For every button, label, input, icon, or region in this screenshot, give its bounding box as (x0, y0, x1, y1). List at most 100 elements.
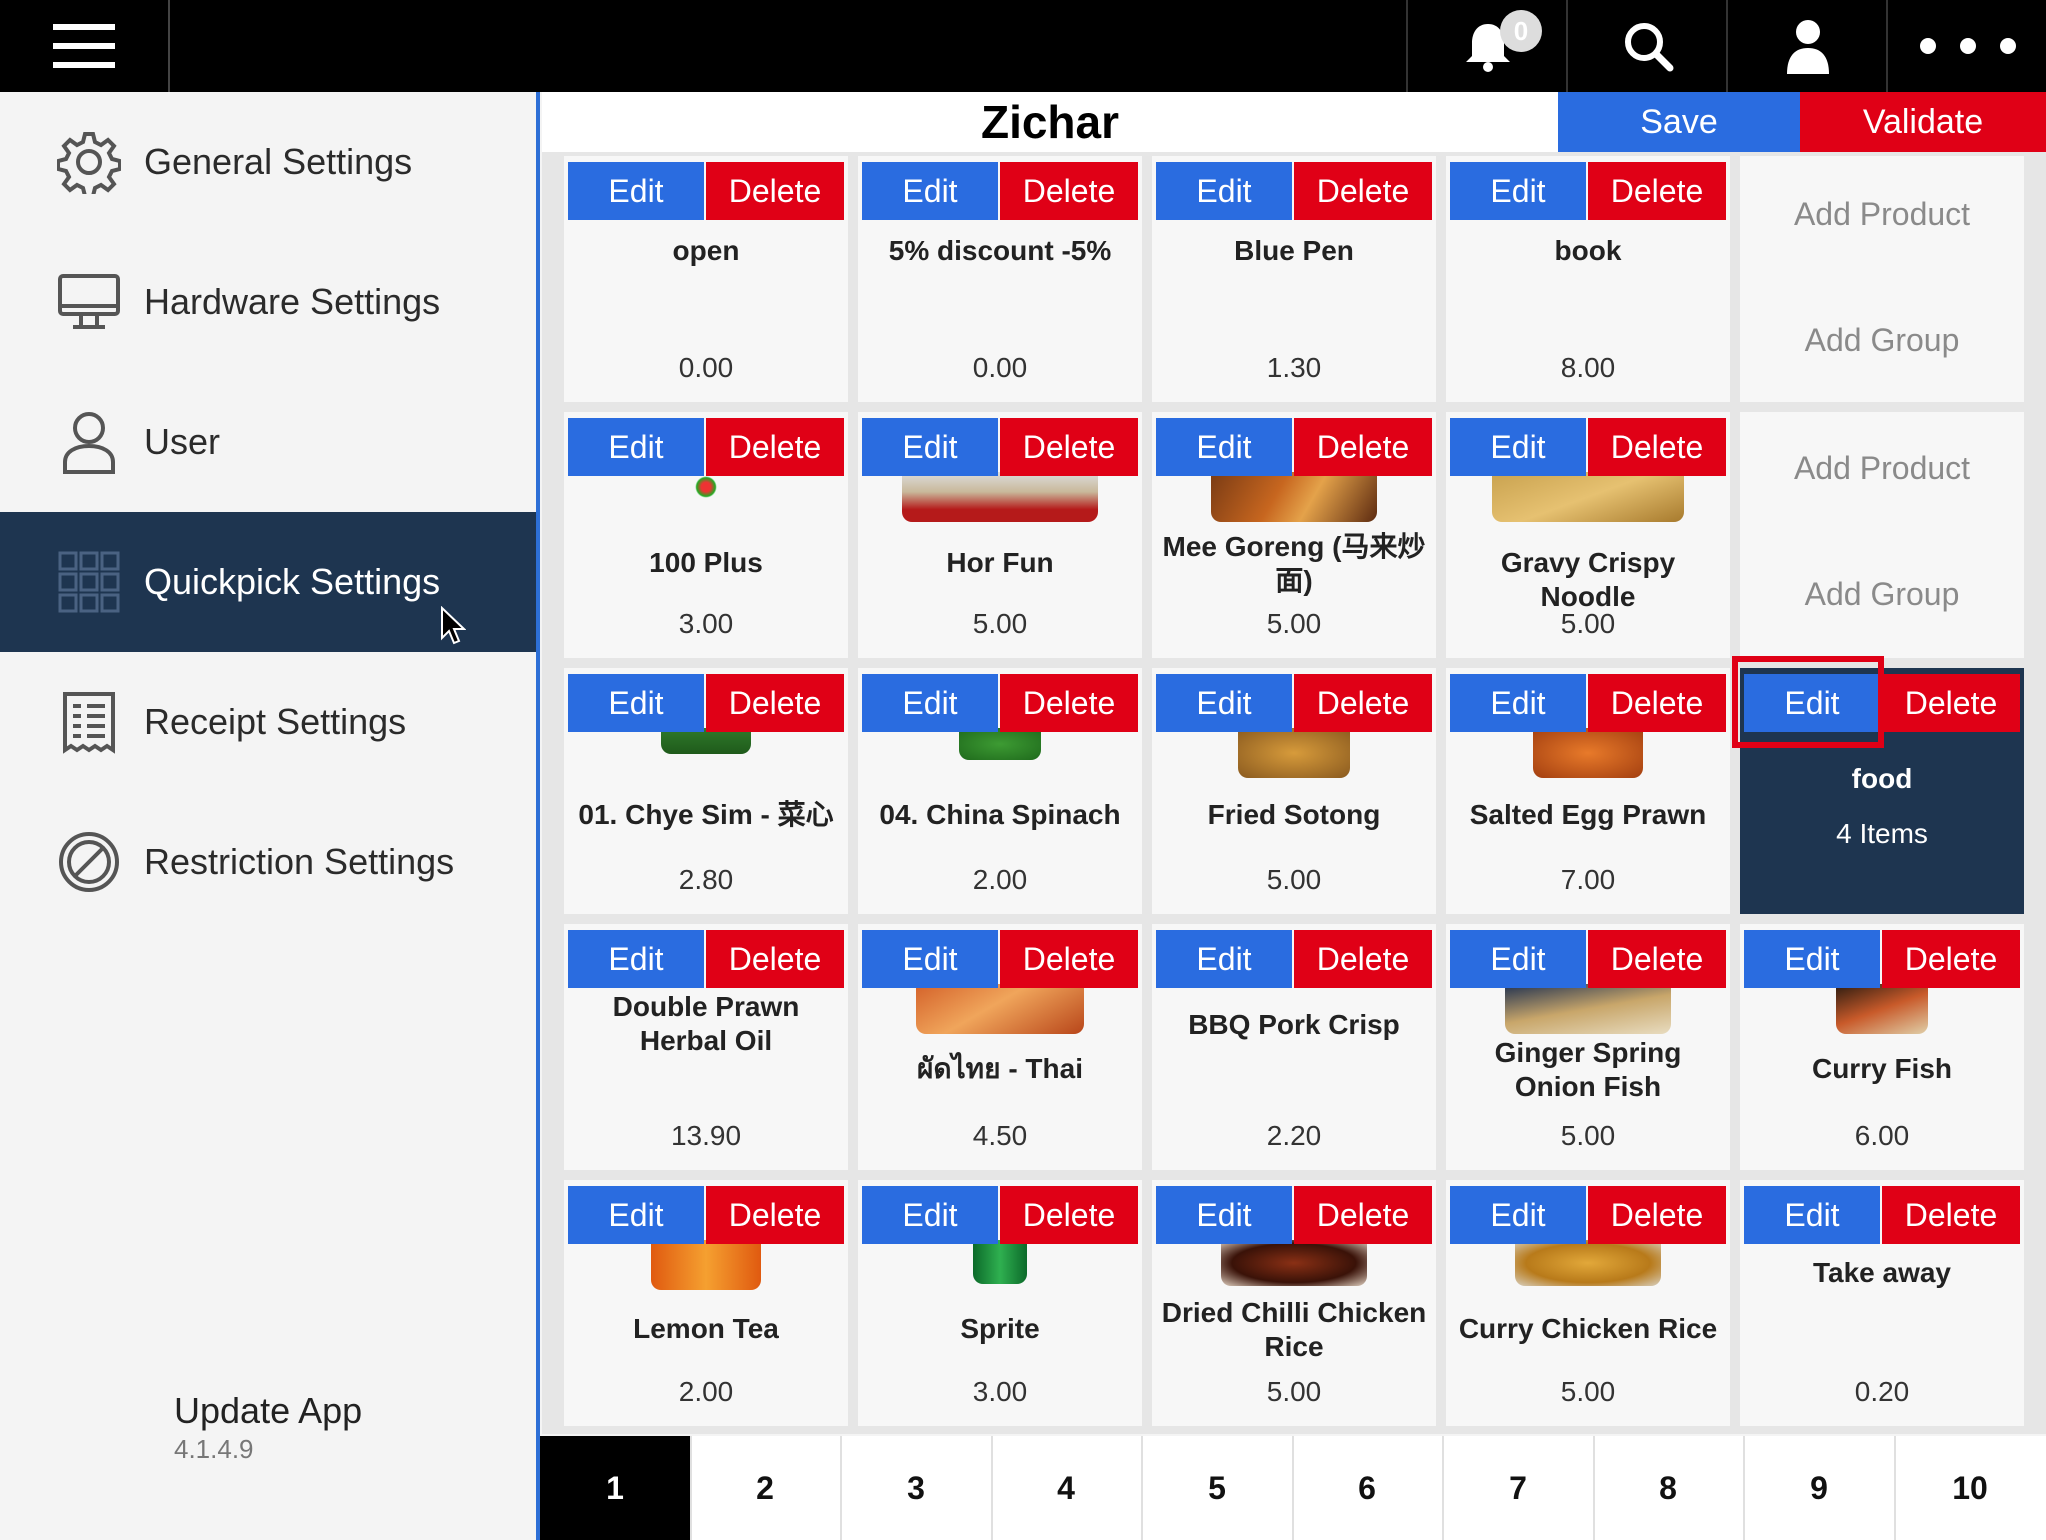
page-button-4[interactable]: 4 (991, 1436, 1143, 1540)
product-tile[interactable]: Edit Delete open 0.00 (564, 156, 848, 402)
add-group-button[interactable]: Add Group (1740, 576, 2024, 613)
page-button-10[interactable]: 10 (1894, 1436, 2046, 1540)
more-button[interactable] (1886, 0, 2046, 92)
delete-button[interactable]: Delete (1000, 674, 1138, 732)
edit-button[interactable]: Edit (1450, 1186, 1586, 1244)
delete-button[interactable]: Delete (706, 674, 844, 732)
delete-button[interactable]: Delete (1294, 674, 1432, 732)
sidebar-item-user[interactable]: User (0, 372, 536, 512)
edit-button[interactable]: Edit (862, 1186, 998, 1244)
edit-button[interactable]: Edit (1450, 930, 1586, 988)
product-tile[interactable]: Edit Delete Dried Chilli Chicken Rice 5.… (1152, 1180, 1436, 1426)
update-app-button[interactable]: Update App 4.1.4.9 (174, 1390, 362, 1465)
page-button-2[interactable]: 2 (690, 1436, 842, 1540)
product-tile[interactable]: Edit Delete ผัดไทย - Thai 4.50 (858, 924, 1142, 1170)
product-tile[interactable]: Edit Delete Curry Chicken Rice 5.00 (1446, 1180, 1730, 1426)
product-tile[interactable]: Edit Delete Take away 0.20 (1740, 1180, 2024, 1426)
delete-button[interactable]: Delete (1000, 418, 1138, 476)
product-tile[interactable]: Edit Delete Curry Fish 6.00 (1740, 924, 2024, 1170)
delete-button[interactable]: Delete (706, 418, 844, 476)
delete-button[interactable]: Delete (1294, 930, 1432, 988)
edit-button[interactable]: Edit (568, 1186, 704, 1244)
product-tile[interactable]: Edit Delete Ginger Spring Onion Fish 5.0… (1446, 924, 1730, 1170)
delete-button[interactable]: Delete (1882, 674, 2020, 732)
notifications-button[interactable]: 0 (1406, 0, 1568, 92)
edit-button[interactable]: Edit (1450, 162, 1586, 220)
product-tile[interactable]: Edit Delete Fried Sotong 5.00 (1152, 668, 1436, 914)
account-button[interactable] (1726, 0, 1888, 92)
edit-button[interactable]: Edit (862, 930, 998, 988)
edit-button[interactable]: Edit (568, 162, 704, 220)
delete-button[interactable]: Delete (706, 1186, 844, 1244)
delete-button[interactable]: Delete (1294, 418, 1432, 476)
delete-button[interactable]: Delete (1588, 674, 1726, 732)
page-button-8[interactable]: 8 (1593, 1436, 1745, 1540)
delete-button[interactable]: Delete (706, 930, 844, 988)
add-group-button[interactable]: Add Group (1740, 322, 2024, 359)
page-button-6[interactable]: 6 (1292, 1436, 1444, 1540)
sidebar-item-general-settings[interactable]: General Settings (0, 92, 536, 232)
product-tile[interactable]: Edit Delete Mee Goreng (马来炒面) 5.00 (1152, 412, 1436, 658)
edit-button[interactable]: Edit (1156, 930, 1292, 988)
edit-button[interactable]: Edit (1156, 1186, 1292, 1244)
product-tile[interactable]: Edit Delete 04. China Spinach 2.00 (858, 668, 1142, 914)
product-tile[interactable]: Edit Delete Blue Pen 1.30 (1152, 156, 1436, 402)
page-button-9[interactable]: 9 (1744, 1436, 1896, 1540)
search-button[interactable] (1566, 0, 1728, 92)
edit-button[interactable]: Edit (568, 418, 704, 476)
validate-button[interactable]: Validate (1800, 92, 2046, 152)
add-product-button[interactable]: Add Product (1740, 196, 2024, 233)
page-button-5[interactable]: 5 (1142, 1436, 1294, 1540)
delete-button[interactable]: Delete (1000, 1186, 1138, 1244)
sidebar-item-restriction-settings[interactable]: Restriction Settings (0, 792, 536, 932)
delete-button[interactable]: Delete (1588, 162, 1726, 220)
delete-button[interactable]: Delete (1294, 1186, 1432, 1244)
edit-button[interactable]: Edit (862, 418, 998, 476)
delete-button[interactable]: Delete (1000, 930, 1138, 988)
product-image (973, 1240, 1027, 1284)
edit-button[interactable]: Edit (1156, 674, 1292, 732)
menu-button[interactable] (0, 0, 170, 92)
product-tile[interactable]: Edit Delete Double Prawn Herbal Oil 13.9… (564, 924, 848, 1170)
delete-button[interactable]: Delete (1882, 930, 2020, 988)
edit-button[interactable]: Edit (568, 674, 704, 732)
user-icon (1787, 20, 1829, 74)
product-tile[interactable]: Edit Delete BBQ Pork Crisp 2.20 (1152, 924, 1436, 1170)
delete-button[interactable]: Delete (1882, 1186, 2020, 1244)
edit-button[interactable]: Edit (1744, 930, 1880, 988)
product-tile[interactable]: Edit Delete Sprite 3.00 (858, 1180, 1142, 1426)
page-button-3[interactable]: 3 (841, 1436, 993, 1540)
product-tile[interactable]: Edit Delete 01. Chye Sim - 菜心 2.80 (564, 668, 848, 914)
save-button[interactable]: Save (1558, 92, 1800, 152)
edit-button[interactable]: Edit (1450, 418, 1586, 476)
edit-button[interactable]: Edit (1744, 1186, 1880, 1244)
product-name: 04. China Spinach (879, 799, 1121, 830)
product-tile[interactable]: Edit Delete Gravy Crispy Noodle 5.00 (1446, 412, 1730, 658)
delete-button[interactable]: Delete (1588, 930, 1726, 988)
edit-button[interactable]: Edit (862, 162, 998, 220)
product-tile[interactable]: Edit Delete 100 Plus 3.00 (564, 412, 848, 658)
monitor-icon (56, 269, 122, 335)
product-tile[interactable]: Edit Delete Salted Egg Prawn 7.00 (1446, 668, 1730, 914)
edit-button[interactable]: Edit (1156, 162, 1292, 220)
sidebar-item-hardware-settings[interactable]: Hardware Settings (0, 232, 536, 372)
page-button-1[interactable]: 1 (540, 1436, 692, 1540)
edit-button[interactable]: Edit (568, 930, 704, 988)
prohibited-icon (56, 829, 122, 895)
delete-button[interactable]: Delete (1000, 162, 1138, 220)
edit-button[interactable]: Edit (862, 674, 998, 732)
product-name: Gravy Crispy Noodle (1500, 547, 1676, 612)
delete-button[interactable]: Delete (706, 162, 844, 220)
product-tile[interactable]: Edit Delete Lemon Tea 2.00 (564, 1180, 848, 1426)
page-button-7[interactable]: 7 (1443, 1436, 1595, 1540)
product-tile[interactable]: Edit Delete Hor Fun 5.00 (858, 412, 1142, 658)
delete-button[interactable]: Delete (1294, 162, 1432, 220)
product-tile[interactable]: Edit Delete book 8.00 (1446, 156, 1730, 402)
delete-button[interactable]: Delete (1588, 418, 1726, 476)
product-tile[interactable]: Edit Delete 5% discount -5% 0.00 (858, 156, 1142, 402)
delete-button[interactable]: Delete (1588, 1186, 1726, 1244)
sidebar-item-receipt-settings[interactable]: Receipt Settings (0, 652, 536, 792)
edit-button[interactable]: Edit (1156, 418, 1292, 476)
add-product-button[interactable]: Add Product (1740, 450, 2024, 487)
edit-button[interactable]: Edit (1450, 674, 1586, 732)
